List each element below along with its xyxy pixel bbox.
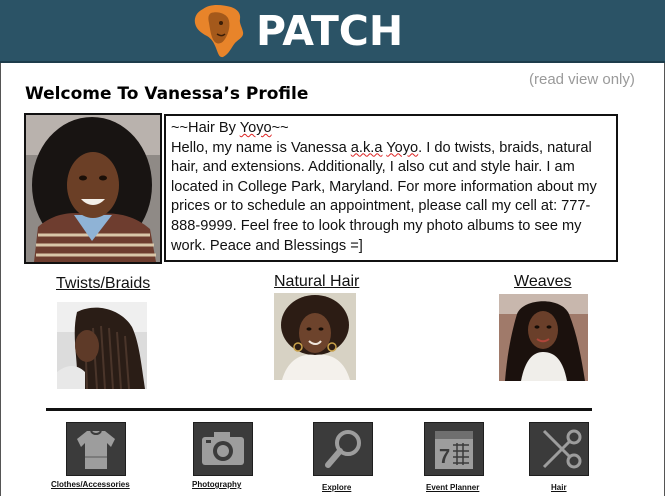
clothes-icon[interactable] <box>66 422 126 476</box>
brand-title: PATCH <box>256 7 404 55</box>
section-divider <box>46 408 592 411</box>
camera-icon[interactable] <box>193 422 253 476</box>
album-link-weaves[interactable]: Weaves <box>514 273 572 291</box>
bio-box: ~~Hair By Yoyo~~ Hello, my name is Vanes… <box>164 114 618 262</box>
weaves-photo <box>499 294 588 381</box>
natural-hair-photo <box>274 293 356 380</box>
calendar-icon[interactable]: 7 <box>424 422 484 476</box>
scissors-icon[interactable] <box>529 422 589 476</box>
profile-photo-image <box>26 115 160 262</box>
africa-face-logo-icon[interactable] <box>193 3 245 59</box>
nav-label-event-planner[interactable]: Event Planner <box>426 483 479 492</box>
twists-braids-photo <box>57 302 147 389</box>
svg-text:7: 7 <box>439 446 450 468</box>
album-link-twists-braids[interactable]: Twists/Braids <box>56 275 150 293</box>
album-thumb-weaves[interactable] <box>499 294 588 381</box>
nav-label-hair[interactable]: Hair <box>551 483 567 492</box>
bio-heading: ~~Hair By Yoyo~~ <box>171 120 289 136</box>
view-mode-note: (read view only) <box>529 71 635 88</box>
nav-label-clothes-accessories[interactable]: Clothes/Accessories <box>51 480 130 489</box>
album-thumb-natural-hair[interactable] <box>274 293 356 380</box>
nav-label-photography[interactable]: Photography <box>192 480 241 489</box>
magnifier-icon[interactable] <box>313 422 373 476</box>
page-title: Welcome To Vanessa’s Profile <box>25 84 309 104</box>
bio-text: Hello, my name is Vanessa a.k.a Yoyo. I … <box>171 139 597 254</box>
profile-photo <box>24 113 162 264</box>
nav-label-explore[interactable]: Explore <box>322 483 351 492</box>
album-link-natural-hair[interactable]: Natural Hair <box>274 273 359 291</box>
app-header: PATCH <box>0 0 665 63</box>
album-thumb-twists-braids[interactable] <box>57 302 147 389</box>
